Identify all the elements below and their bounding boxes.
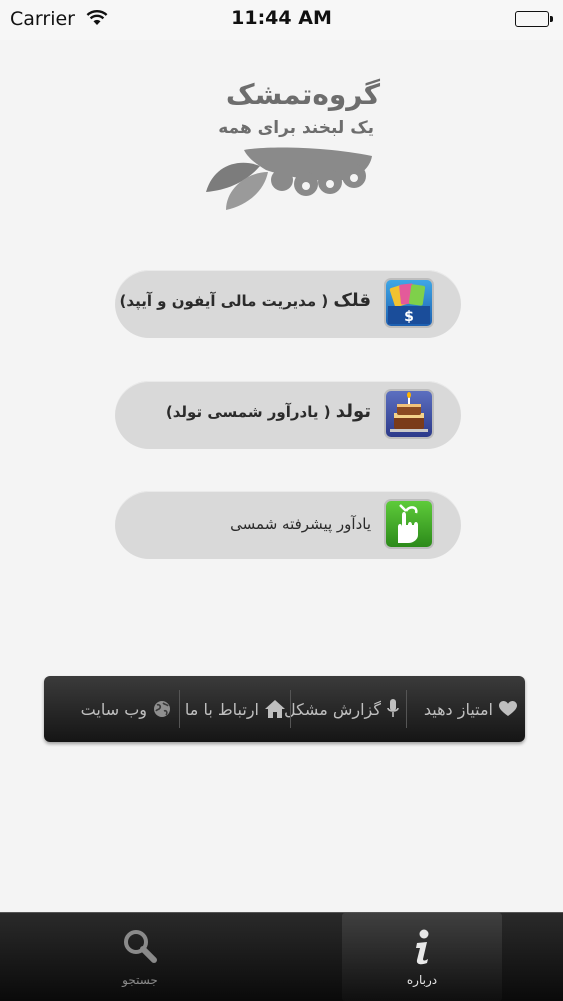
raspberry-leaf-icon: [204, 146, 374, 216]
home-icon: [265, 700, 285, 718]
divider: [406, 690, 407, 728]
app-label: تولد ( یادرآور شمسی تولد): [166, 401, 371, 422]
clock: 11:44 AM: [231, 7, 332, 29]
link-label: امتیاز دهید: [423, 699, 493, 719]
app-subtitle: ( مدیریت مالی آیفون و آیپد): [119, 292, 329, 310]
app-title: تولد: [335, 401, 371, 422]
tab-label: جستجو: [122, 973, 158, 987]
app-subtitle: ( یادرآور شمسی تولد): [165, 403, 331, 421]
search-icon: [60, 929, 220, 963]
link-label: وب سایت: [80, 699, 147, 719]
report-problem-link[interactable]: گزارش مشکل: [284, 676, 399, 742]
tab-about[interactable]: درباره: [342, 913, 502, 1001]
contact-us-link[interactable]: ارتباط با ما: [185, 676, 285, 742]
birthday-cake-icon: [384, 389, 434, 439]
globe-icon: [154, 701, 170, 717]
heart-icon: [499, 701, 517, 716]
link-label: گزارش مشکل: [283, 699, 381, 719]
app-button-tavallod[interactable]: تولد ( یادرآور شمسی تولد): [115, 381, 461, 449]
app-button-ghollak[interactable]: $ قلک ( مدیریت مالی آیفون و آیپد): [115, 270, 461, 338]
app-label: قلک ( مدیریت مالی آیفون و آیپد): [120, 290, 371, 311]
rate-app-link[interactable]: امتیاز دهید: [424, 676, 517, 742]
app-button-yadavar[interactable]: یادآور پیشرفته شمسی: [115, 491, 461, 559]
svg-text:$: $: [404, 309, 414, 325]
link-label: ارتباط با ما: [184, 699, 259, 719]
tab-bar: جستجو درباره: [0, 912, 563, 1001]
battery-icon: [515, 11, 553, 27]
app-label: یادآور پیشرفته شمسی: [230, 513, 371, 534]
microphone-icon: [387, 699, 399, 717]
brand-name: گروه‌تمشک: [225, 78, 380, 111]
app-title: قلک: [333, 290, 371, 311]
tab-label: درباره: [406, 973, 438, 987]
website-link[interactable]: وب سایت: [81, 676, 171, 742]
brand-tagline: یک لبخند برای همه: [218, 118, 374, 138]
status-bar: Carrier 11:44 AM: [0, 0, 563, 40]
brand-logo: گروه‌تمشک یک لبخند برای همه: [200, 78, 380, 213]
money-card-icon: $: [384, 278, 434, 328]
info-icon: [342, 929, 502, 965]
tab-search[interactable]: جستجو: [60, 913, 220, 1001]
divider: [290, 690, 291, 728]
links-bar: امتیاز دهید گزارش مشکل ارتباط با ما وب س…: [44, 676, 525, 742]
finger-ribbon-icon: [384, 499, 434, 549]
app-subtitle: یادآور پیشرفته شمسی: [230, 515, 371, 533]
divider: [179, 690, 180, 728]
